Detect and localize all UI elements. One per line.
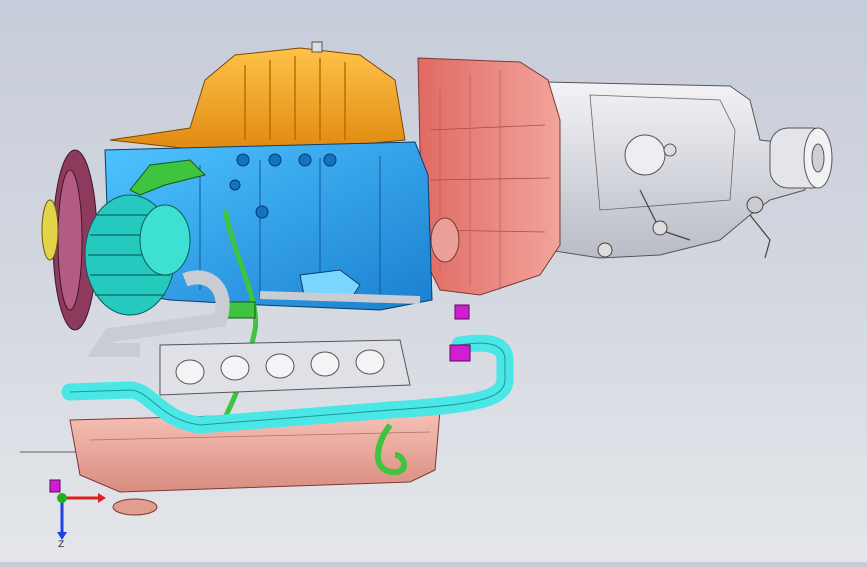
intake-plenum-cover[interactable] — [109, 41, 406, 151]
transmission-housing[interactable] — [544, 81, 833, 259]
cad-viewport[interactable] — [0, 0, 867, 562]
assembly-drawing — [20, 41, 833, 516]
exhaust-manifold[interactable] — [159, 339, 411, 396]
bellhousing[interactable] — [417, 57, 561, 296]
hose-clip — [454, 304, 470, 320]
cap-nut — [311, 41, 323, 53]
axis-triad: Z — [57, 493, 106, 548]
hose-clip — [449, 344, 471, 362]
z-axis-label: Z — [58, 540, 64, 548]
y-axis-dot — [57, 493, 67, 503]
